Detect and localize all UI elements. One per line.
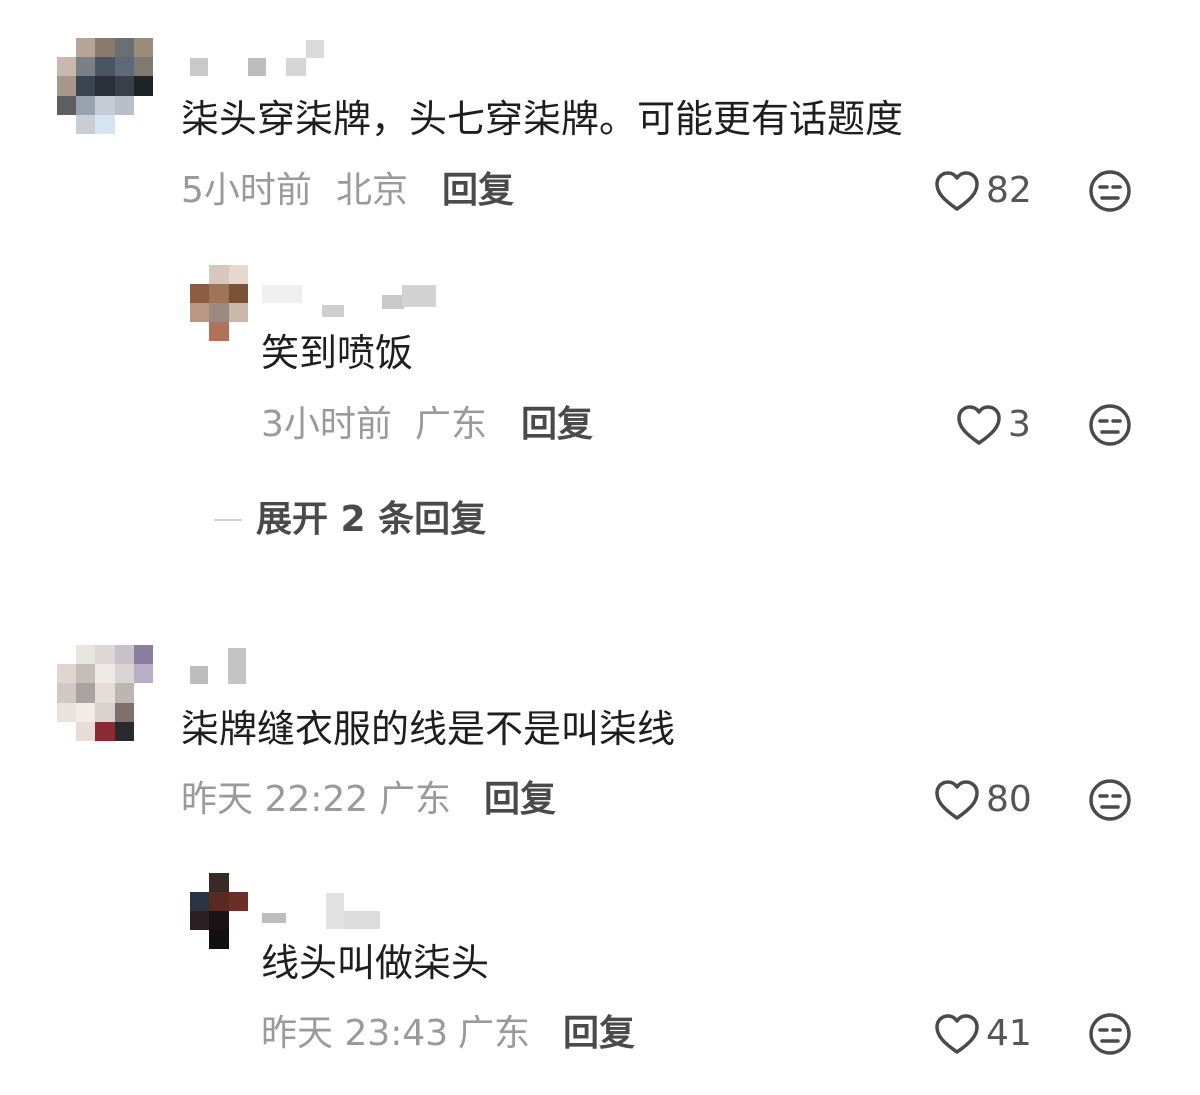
reply-username-redacted[interactable] [262,893,382,929]
reply-username-redacted[interactable] [262,285,442,317]
expand-replies-button[interactable]: 展开 2 条回复 [214,498,486,542]
heart-outline-icon [934,779,980,821]
neutral-face-icon[interactable] [1088,169,1132,217]
neutral-face-icon[interactable] [1088,403,1132,451]
reply-text: 笑到喷饭 [261,331,414,375]
reply-text: 线头叫做柒头 [261,941,490,985]
comment-text: 柒头穿柒牌，头七穿柒牌。可能更有话题度 [181,97,904,141]
expand-replies-label: 展开 2 条回复 [256,499,487,540]
like-count: 41 [986,1013,1032,1054]
heart-outline-icon [934,170,980,212]
avatar[interactable] [57,645,153,741]
like-button[interactable]: 80 [934,778,1032,822]
reply-avatar[interactable] [190,265,248,341]
like-count: 82 [986,170,1032,211]
reply-location: 广东 [415,404,488,445]
comment-location: 广东 [379,779,452,820]
avatar[interactable] [57,38,153,134]
heart-outline-icon [956,404,1002,446]
reply-location: 广东 [458,1013,531,1054]
neutral-face-icon[interactable] [1088,778,1132,826]
like-count: 80 [986,779,1032,820]
neutral-face-icon[interactable] [1088,1012,1132,1060]
username-redacted[interactable] [190,40,325,76]
heart-outline-icon [934,1013,980,1055]
reply-button[interactable]: 回复 [563,1012,635,1056]
reply-time: 3小时前 [261,404,392,445]
reply-button[interactable]: 回复 [521,403,593,447]
like-button[interactable]: 82 [934,169,1032,213]
reply-avatar[interactable] [190,873,248,949]
reply-time: 昨天 23:43 [261,1013,449,1054]
username-redacted[interactable] [190,648,250,684]
like-count: 3 [1008,404,1031,445]
like-button[interactable]: 3 [956,403,1031,447]
comment-time: 昨天 22:22 [181,779,369,820]
divider [214,519,242,521]
comment-location: 北京 [336,170,409,211]
comment-text: 柒牌缝衣服的线是不是叫柒线 [181,707,676,751]
comment-time: 5小时前 [181,170,312,211]
reply-button[interactable]: 回复 [442,169,514,213]
like-button[interactable]: 41 [934,1012,1032,1056]
reply-button[interactable]: 回复 [484,778,556,822]
